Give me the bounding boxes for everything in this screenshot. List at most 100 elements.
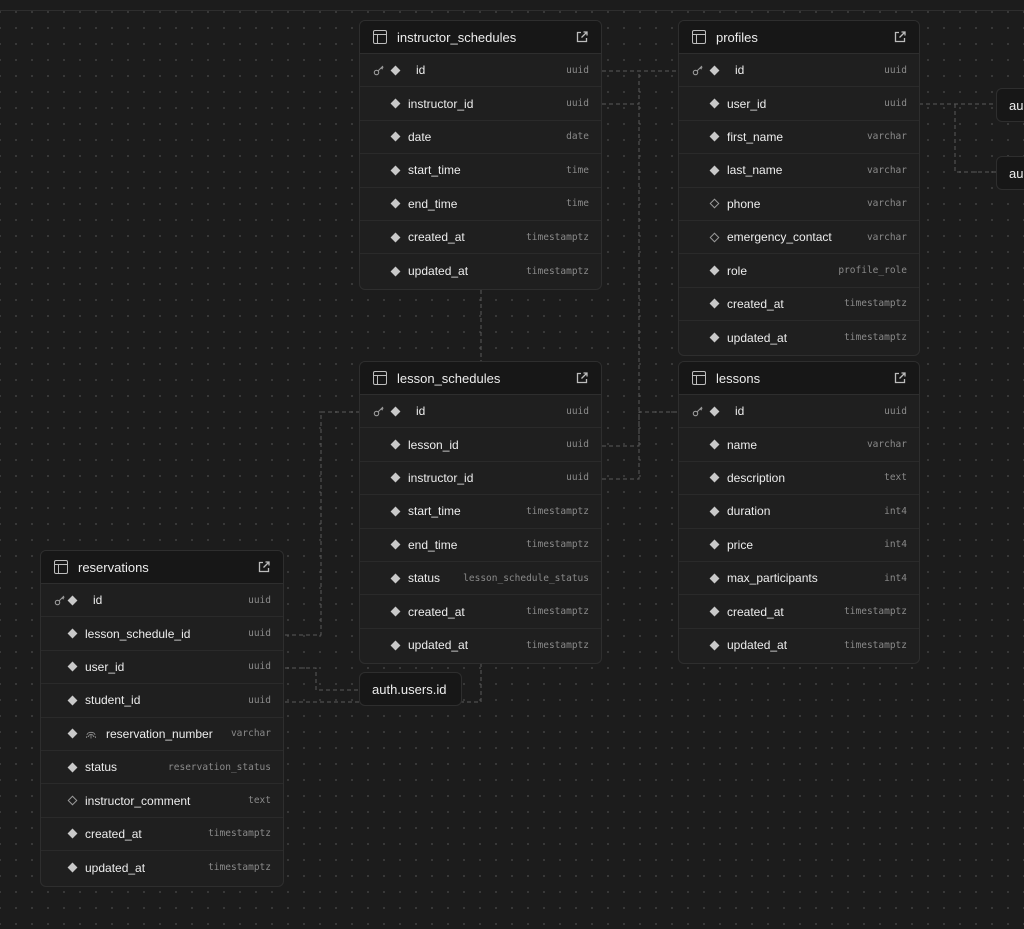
node-auth-partial-1[interactable]: au: [996, 88, 1024, 122]
column-type: date: [566, 131, 589, 143]
open-table-icon[interactable]: [575, 371, 589, 385]
column-name: emergency_contact: [727, 230, 832, 245]
nullable-diamond-icon: [67, 795, 78, 806]
column-row-start-time[interactable]: start_time time: [360, 154, 601, 188]
column-type: int4: [884, 572, 907, 584]
column-name: user_id: [85, 659, 125, 674]
column-name: description: [727, 470, 786, 485]
column-row-lesson-schedule-id[interactable]: lesson_schedule_id uuid: [41, 617, 283, 651]
column-row-updated-at[interactable]: updated_at timestamptz: [679, 321, 919, 354]
column-type: timestamptz: [208, 828, 271, 840]
column-row-id[interactable]: id uuid: [41, 584, 283, 618]
column-type: uuid: [566, 98, 589, 110]
table-instructor-schedules[interactable]: instructor_schedules id uuid instructor_id u…: [359, 20, 602, 290]
not-null-diamond-icon: [709, 65, 720, 76]
column-name: id: [93, 593, 103, 608]
column-name: lesson_schedule_id: [85, 626, 191, 641]
column-type: uuid: [248, 594, 271, 606]
column-row-status[interactable]: status lesson_schedule_status: [360, 562, 601, 596]
column-row-updated-at[interactable]: updated_at timestamptz: [360, 254, 601, 287]
column-row-created-at[interactable]: created_at timestamptz: [679, 288, 919, 322]
column-row-start-time[interactable]: start_time timestamptz: [360, 495, 601, 529]
not-null-diamond-icon: [709, 506, 720, 517]
column-type: uuid: [248, 694, 271, 706]
table-reservations[interactable]: reservations id uuid lesson_schedule_id uuid…: [40, 550, 284, 887]
column-type: uuid: [566, 439, 589, 451]
edge-profiles-to-auth-2: [954, 104, 998, 173]
not-null-diamond-icon: [67, 595, 78, 606]
table-profiles[interactable]: profiles id uuid user_id uuid first_name varch…: [678, 20, 920, 356]
column-type: timestamptz: [844, 298, 907, 310]
column-row-price[interactable]: price int4: [679, 529, 919, 562]
column-row-end-time[interactable]: end_time time: [360, 188, 601, 221]
column-name: id: [416, 63, 426, 78]
table-header: reservations: [41, 551, 283, 584]
table-lessons[interactable]: lessons id uuid name varchar description text d…: [678, 361, 920, 664]
column-row-id[interactable]: id uuid: [360, 395, 601, 429]
column-row-first-name[interactable]: first_name varchar: [679, 121, 919, 155]
nullable-diamond-icon: [709, 232, 720, 243]
not-null-diamond-icon: [709, 640, 720, 651]
not-null-diamond-icon: [390, 573, 401, 584]
column-type: varchar: [866, 198, 907, 210]
column-row-end-time[interactable]: end_time timestamptz: [360, 529, 601, 562]
column-row-phone[interactable]: phone varchar: [679, 188, 919, 221]
column-row-updated-at[interactable]: updated_at timestamptz: [360, 629, 601, 662]
column-type: uuid: [884, 405, 907, 417]
column-name: created_at: [727, 296, 784, 311]
column-row-date[interactable]: date date: [360, 121, 601, 155]
column-row-instructor-comment[interactable]: instructor_comment text: [41, 784, 283, 818]
column-row-created-at[interactable]: created_at timestamptz: [41, 818, 283, 852]
column-row-user-id[interactable]: user_id uuid: [679, 87, 919, 121]
column-row-instructor-id[interactable]: instructor_id uuid: [360, 462, 601, 496]
column-row-max-participants[interactable]: max_participants int4: [679, 562, 919, 596]
column-name: created_at: [85, 826, 142, 841]
table-columns: id uuid lesson_id uuid instructor_id uuid star…: [360, 395, 601, 662]
column-row-id[interactable]: id uuid: [679, 54, 919, 88]
column-type: uuid: [566, 472, 589, 484]
column-row-name[interactable]: name varchar: [679, 428, 919, 462]
not-null-diamond-icon: [390, 473, 401, 483]
column-type: timestamptz: [526, 231, 589, 243]
column-row-lesson-id[interactable]: lesson_id uuid: [360, 428, 601, 462]
column-name: reservation_number: [106, 726, 213, 741]
primary-key-icon: [692, 64, 706, 76]
column-row-created-at[interactable]: created_at timestamptz: [360, 221, 601, 255]
column-row-reservation-number[interactable]: reservation_number varchar: [41, 718, 283, 751]
column-row-updated-at[interactable]: updated_at timestamptz: [679, 629, 919, 662]
column-row-last-name[interactable]: last_name varchar: [679, 154, 919, 188]
column-type: timestamptz: [208, 862, 271, 874]
not-null-diamond-icon: [709, 98, 720, 109]
table-columns: id uuid user_id uuid first_name varchar last_n…: [679, 54, 919, 355]
table-title: lessons: [716, 370, 761, 386]
column-type: profile_role: [838, 265, 907, 277]
column-row-created-at[interactable]: created_at timestamptz: [360, 595, 601, 629]
not-null-diamond-icon: [390, 406, 401, 417]
column-row-created-at[interactable]: created_at timestamptz: [679, 595, 919, 629]
column-row-user-id[interactable]: user_id uuid: [41, 651, 283, 685]
node-auth-partial-2[interactable]: au: [996, 156, 1024, 190]
column-row-instructor-id[interactable]: instructor_id uuid: [360, 87, 601, 121]
not-null-diamond-icon: [67, 762, 78, 773]
column-row-duration[interactable]: duration int4: [679, 495, 919, 529]
table-header: lesson_schedules: [360, 362, 601, 395]
column-row-role[interactable]: role profile_role: [679, 254, 919, 288]
open-table-icon[interactable]: [893, 371, 907, 385]
open-table-icon[interactable]: [575, 30, 589, 44]
not-null-diamond-icon: [67, 695, 78, 706]
column-type: varchar: [866, 164, 907, 176]
column-row-description[interactable]: description text: [679, 462, 919, 496]
table-lesson-schedules[interactable]: lesson_schedules id uuid lesson_id uuid instr…: [359, 361, 602, 664]
column-type: uuid: [566, 64, 589, 76]
not-null-diamond-icon: [709, 298, 720, 309]
column-row-updated-at[interactable]: updated_at timestamptz: [41, 851, 283, 884]
column-row-id[interactable]: id uuid: [679, 395, 919, 429]
column-name: duration: [727, 504, 771, 519]
column-row-emergency-contact[interactable]: emergency_contact varchar: [679, 221, 919, 255]
node-auth-users-id[interactable]: auth.users.id: [359, 672, 462, 706]
open-table-icon[interactable]: [893, 30, 907, 44]
column-row-id[interactable]: id uuid: [360, 54, 601, 88]
column-row-status[interactable]: status reservation_status: [41, 751, 283, 785]
column-row-student-id[interactable]: student_id uuid: [41, 684, 283, 718]
open-table-icon[interactable]: [257, 560, 271, 574]
